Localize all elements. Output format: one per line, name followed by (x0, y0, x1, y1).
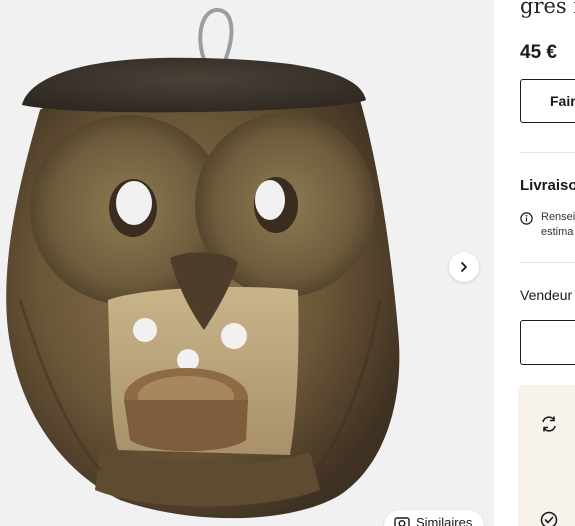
product-info-panel: grès fo 45 € Fair Livraiso Rensei estima… (494, 0, 575, 526)
product-title: grès fo (520, 0, 575, 18)
refresh-arrows-icon (542, 416, 556, 432)
product-image[interactable] (0, 0, 494, 526)
delivery-note: Rensei estima (520, 210, 575, 240)
delivery-note-text: Rensei estima (541, 210, 575, 240)
product-price: 45 € (520, 42, 557, 63)
make-offer-button[interactable]: Fair (520, 79, 575, 123)
product-gallery: Similaires (0, 0, 494, 526)
similar-items-button[interactable]: Similaires (384, 510, 484, 526)
chevron-right-icon (461, 262, 467, 272)
delivery-heading: Livraiso (520, 177, 575, 194)
divider (520, 262, 575, 263)
similar-items-label: Similaires (416, 515, 473, 526)
delivery-note-line-1: Rensei (541, 211, 575, 223)
check-badge-icon (540, 511, 558, 526)
gallery-next-button[interactable] (449, 252, 479, 282)
seller-heading: Vendeur (520, 287, 573, 303)
delivery-note-line-2: estima (541, 226, 574, 238)
divider (520, 152, 575, 153)
seller-card[interactable] (520, 320, 575, 365)
camera-search-icon (394, 517, 410, 526)
info-icon (520, 212, 533, 225)
make-offer-label: Fair (550, 93, 575, 109)
perks-panel (518, 385, 575, 526)
